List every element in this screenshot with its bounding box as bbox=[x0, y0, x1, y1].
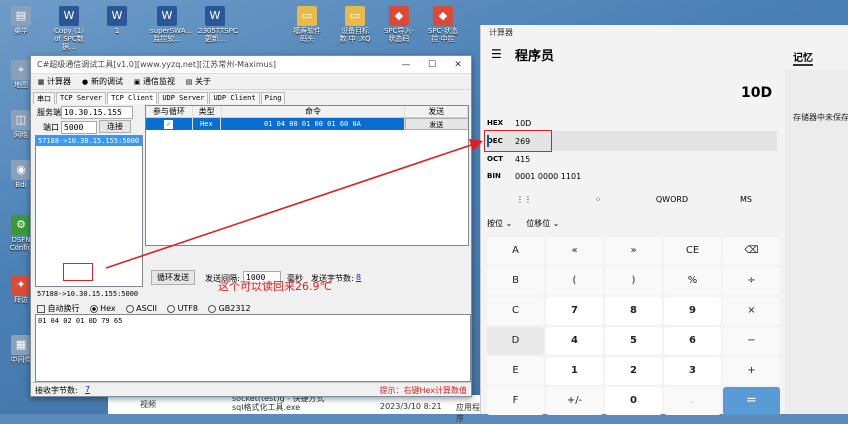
annotation-text: 这个可以读回来26.9℃ bbox=[218, 280, 332, 293]
annotation-arrow bbox=[105, 138, 484, 269]
